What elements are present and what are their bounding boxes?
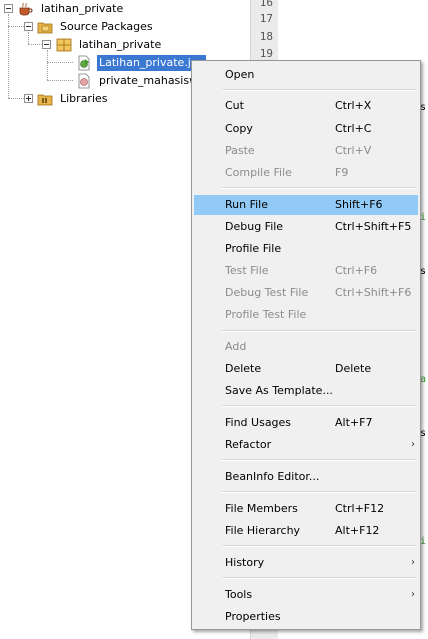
- menu-item-shortcut: F9: [335, 166, 349, 179]
- menu-item-shortcut: Ctrl+V: [335, 144, 372, 157]
- file-name: private_mahasiswa: [99, 74, 205, 87]
- menu-item-profile-file[interactable]: Profile File: [194, 239, 418, 259]
- menu-item-label: Run File: [225, 198, 268, 211]
- menu-item-add[interactable]: Add: [194, 337, 418, 357]
- menu-item-label: Tools: [225, 588, 253, 601]
- menu-separator: [222, 89, 416, 91]
- menu-item-label: Save As Template...: [225, 384, 333, 397]
- menu-item-shortcut: Alt+F12: [335, 524, 380, 537]
- libraries-label: Libraries: [60, 92, 108, 105]
- java-class-file-icon: [78, 55, 90, 71]
- tree-node-package[interactable]: latihan_private: [0, 36, 250, 54]
- menu-item-open[interactable]: Open: [194, 65, 418, 85]
- menu-item-label: Compile File: [225, 166, 292, 179]
- menu-separator: [222, 330, 416, 332]
- menu-separator: [222, 459, 416, 461]
- menu-separator: [222, 577, 416, 579]
- menu-item-refactor[interactable]: Refactor ›: [194, 435, 418, 455]
- menu-item-save-as-template[interactable]: Save As Template...: [194, 381, 418, 401]
- source-packages-label: Source Packages: [60, 20, 153, 33]
- menu-item-label: Profile File: [225, 242, 282, 255]
- coffee-cup-icon: [19, 2, 33, 16]
- line-number: 16: [259, 0, 273, 9]
- submenu-arrow-icon: ›: [411, 439, 415, 450]
- menu-item-label: History: [225, 556, 265, 569]
- menu-item-profile-test-file[interactable]: Profile Test File: [194, 305, 418, 325]
- menu-item-label: Cut: [225, 99, 244, 112]
- menu-item-label: Open: [225, 68, 255, 81]
- menu-item-history[interactable]: History ›: [194, 553, 418, 573]
- menu-item-label: BeanInfo Editor...: [225, 470, 320, 483]
- java-file-icon: [78, 73, 90, 89]
- menu-item-label: Add: [225, 340, 247, 353]
- tree-node-project[interactable]: latihan_private: [0, 0, 250, 18]
- context-menu[interactable]: Open Cut Ctrl+X Copy Ctrl+C Paste Ctrl+V…: [191, 60, 421, 630]
- expand-toggle-icon[interactable]: [24, 94, 33, 103]
- menu-item-shortcut: Shift+F6: [335, 198, 383, 211]
- menu-item-label: File Members: [225, 502, 298, 515]
- menu-item-properties[interactable]: Properties: [194, 607, 418, 627]
- menu-item-shortcut: Ctrl+C: [335, 122, 372, 135]
- tree-node-source-packages[interactable]: Source Packages: [0, 18, 250, 36]
- library-folder-icon: [37, 94, 53, 106]
- package-name: latihan_private: [79, 38, 162, 51]
- project-name: latihan_private: [41, 2, 124, 15]
- menu-item-run-file[interactable]: Run File Shift+F6: [194, 195, 418, 215]
- selected-file-name: Latihan_private.jav: [97, 55, 207, 71]
- menu-item-label: Copy: [225, 122, 253, 135]
- menu-separator: [222, 405, 416, 407]
- submenu-arrow-icon: ›: [411, 589, 415, 600]
- menu-item-label: Test File: [225, 264, 269, 277]
- menu-item-label: Paste: [225, 144, 255, 157]
- line-number: 17: [259, 12, 273, 25]
- menu-separator: [222, 187, 416, 189]
- menu-item-tools[interactable]: Tools ›: [194, 585, 418, 605]
- menu-item-shortcut: Ctrl+Shift+F6: [335, 286, 412, 299]
- menu-item-beaninfo-editor[interactable]: BeanInfo Editor...: [194, 467, 418, 487]
- menu-item-shortcut: Alt+F7: [335, 416, 373, 429]
- menu-item-label: Debug File: [225, 220, 284, 233]
- menu-item-shortcut: Ctrl+X: [335, 99, 372, 112]
- line-number: 18: [259, 30, 273, 43]
- menu-item-find-usages[interactable]: Find Usages Alt+F7: [194, 413, 418, 433]
- menu-item-debug-file[interactable]: Debug File Ctrl+Shift+F5: [194, 217, 418, 237]
- menu-item-label: Properties: [225, 610, 281, 623]
- menu-item-cut[interactable]: Cut Ctrl+X: [194, 96, 418, 116]
- menu-item-label: Refactor: [225, 438, 272, 451]
- menu-item-delete[interactable]: Delete Delete: [194, 359, 418, 379]
- menu-item-label: Debug Test File: [225, 286, 309, 299]
- menu-item-file-members[interactable]: File Members Ctrl+F12: [194, 499, 418, 519]
- package-icon: [56, 38, 72, 52]
- menu-item-shortcut: Delete: [335, 362, 372, 375]
- menu-separator: [222, 545, 416, 547]
- menu-item-debug-test-file[interactable]: Debug Test File Ctrl+Shift+F6: [194, 283, 418, 303]
- menu-item-label: Delete: [225, 362, 262, 375]
- menu-item-compile-file[interactable]: Compile File F9: [194, 163, 418, 183]
- collapse-toggle-icon[interactable]: [24, 22, 33, 31]
- collapse-toggle-icon[interactable]: [4, 4, 13, 13]
- menu-item-shortcut: Ctrl+F6: [335, 264, 378, 277]
- menu-item-copy[interactable]: Copy Ctrl+C: [194, 119, 418, 139]
- menu-item-shortcut: Ctrl+Shift+F5: [335, 220, 412, 233]
- submenu-arrow-icon: ›: [411, 557, 415, 568]
- menu-item-label: Find Usages: [225, 416, 292, 429]
- menu-separator: [222, 491, 416, 493]
- menu-item-shortcut: Ctrl+F12: [335, 502, 385, 515]
- menu-item-label: Profile Test File: [225, 308, 307, 321]
- menu-item-paste[interactable]: Paste Ctrl+V: [194, 141, 418, 161]
- menu-item-file-hierarchy[interactable]: File Hierarchy Alt+F12: [194, 521, 418, 541]
- menu-item-test-file[interactable]: Test File Ctrl+F6: [194, 261, 418, 281]
- collapse-toggle-icon[interactable]: [42, 40, 51, 49]
- package-folder-icon: [37, 22, 53, 34]
- line-number: 19: [259, 47, 273, 60]
- menu-item-label: File Hierarchy: [225, 524, 301, 537]
